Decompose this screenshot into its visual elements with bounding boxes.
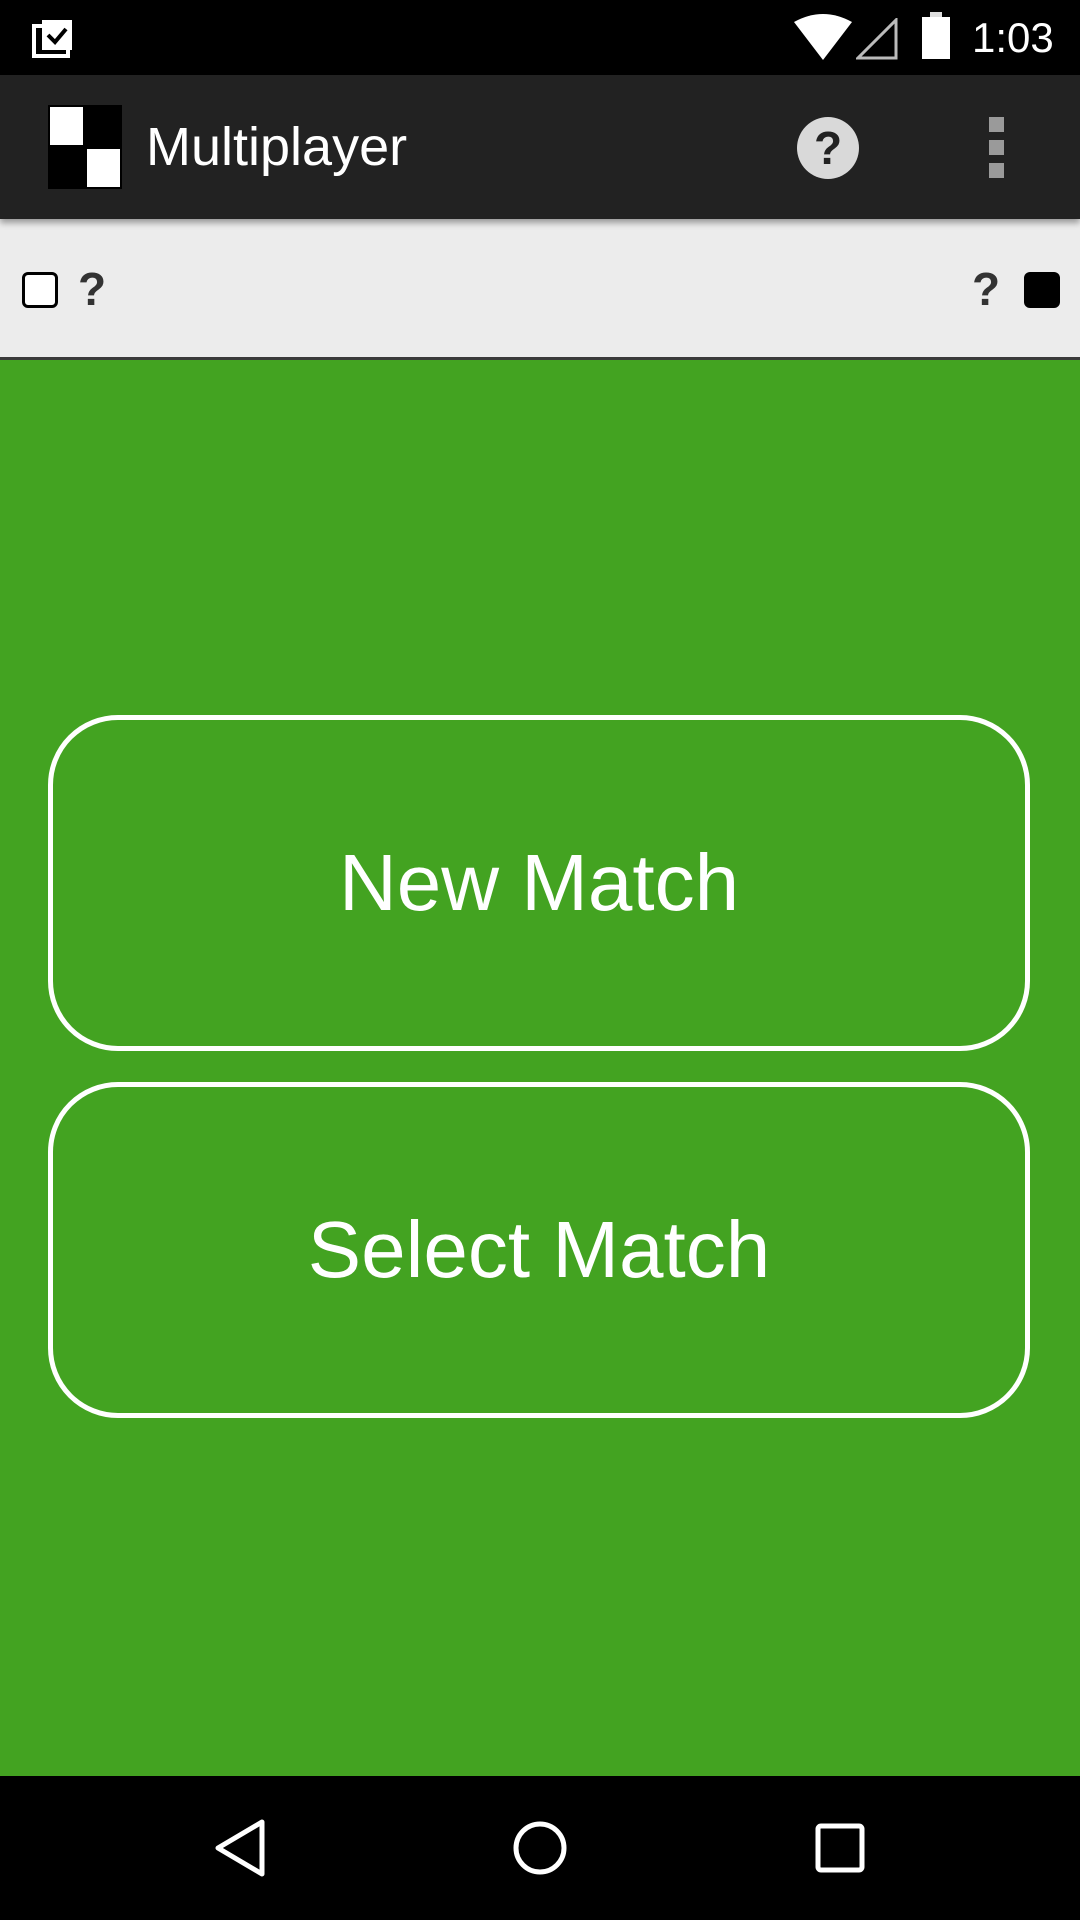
main-area: New Match Select Match [0, 360, 1080, 1776]
page-title: Multiplayer [146, 117, 408, 177]
back-icon [215, 1819, 265, 1877]
screen: 1:03 Multiplayer ? ? ? New Match Select … [0, 0, 1080, 1920]
battery-icon [922, 12, 950, 59]
black-player-score: ? [972, 263, 1001, 315]
status-bar: 1:03 [0, 0, 1080, 75]
recents-icon [815, 1823, 865, 1873]
help-icon: ? [813, 122, 843, 174]
cell-signal-icon [856, 18, 898, 60]
wifi-icon [794, 14, 852, 60]
select-match-button[interactable]: Select Match [48, 1082, 1030, 1418]
white-player-score: ? [78, 263, 107, 315]
help-button[interactable]: ? [797, 117, 859, 179]
recents-button[interactable] [760, 1776, 920, 1920]
status-clock: 1:03 [972, 14, 1054, 61]
back-button[interactable] [160, 1776, 320, 1920]
black-player-icon [1024, 272, 1060, 308]
checkerboard-logo-icon [48, 105, 122, 189]
white-player-icon [22, 272, 58, 308]
nav-bar [0, 1776, 1080, 1920]
home-button[interactable] [460, 1776, 620, 1920]
home-icon [513, 1821, 567, 1875]
score-strip: ? ? [0, 219, 1080, 360]
clipboard-check-icon [32, 20, 72, 58]
app-bar: Multiplayer ? [0, 75, 1080, 219]
more-vert-icon[interactable] [976, 113, 1016, 183]
new-match-button[interactable]: New Match [48, 715, 1030, 1051]
